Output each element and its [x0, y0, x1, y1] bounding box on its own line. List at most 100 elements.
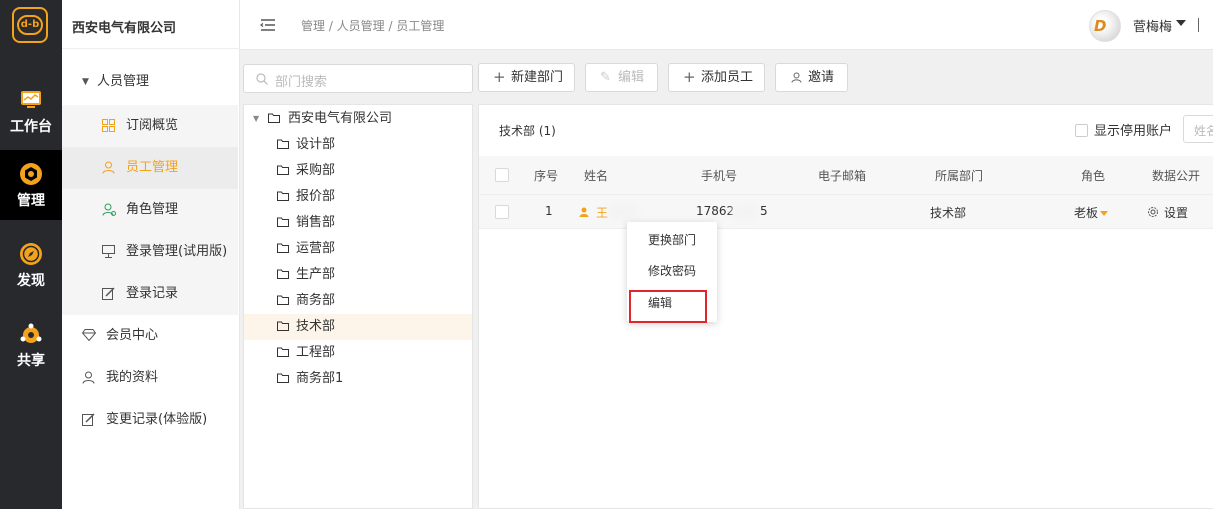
tree-node-label: 商务部: [296, 293, 336, 308]
hexagon-icon: [20, 163, 42, 185]
sidebar-item-label: 订阅概览: [126, 118, 179, 133]
compass-icon: [20, 243, 42, 265]
rail-label-share: 共享: [17, 353, 45, 369]
name-filter-input[interactable]: 姓名: [1183, 115, 1213, 143]
tree-node[interactable]: 采购部: [244, 158, 472, 184]
folder-icon: [268, 113, 280, 123]
sidebar-item-label: 角色管理: [126, 202, 179, 217]
folder-icon: [277, 217, 289, 227]
sidebar-item-subscription[interactable]: 订阅概览: [62, 105, 238, 147]
tree-node[interactable]: 设计部: [244, 132, 472, 158]
folder-icon: [277, 139, 289, 149]
folder-icon: [277, 243, 289, 253]
sidebar-item-login-log[interactable]: 登录记录: [62, 273, 238, 315]
dept-search-input[interactable]: 部门搜索: [243, 64, 473, 93]
tree-node[interactable]: 技术部: [244, 314, 472, 340]
invite-label: 邀请: [808, 70, 835, 85]
tree-node[interactable]: 运营部: [244, 236, 472, 262]
col-role: 角色: [1081, 169, 1106, 183]
tree-node-label: 生产部: [296, 267, 336, 282]
user-icon: [102, 161, 115, 174]
select-all-checkbox[interactable]: [495, 168, 509, 182]
edit-icon: [102, 287, 115, 300]
add-staff-label: 添加员工: [701, 70, 754, 85]
sidebar-item-label: 员工管理: [126, 160, 179, 175]
add-staff-button[interactable]: + 添加员工: [668, 63, 765, 92]
new-dept-button[interactable]: + 新建部门: [478, 63, 575, 92]
tree-node[interactable]: 工程部: [244, 340, 472, 366]
tree-node[interactable]: 商务部1: [244, 366, 472, 392]
caret-down-icon[interactable]: [1100, 211, 1108, 216]
sidebar-item-changelog[interactable]: 变更记录(体验版): [62, 399, 238, 441]
search-placeholder: 部门搜索: [275, 75, 328, 90]
diamond-icon: [82, 329, 96, 341]
monitor-icon: [21, 91, 41, 108]
person-icon: [82, 371, 95, 384]
tree-node[interactable]: 商务部: [244, 288, 472, 314]
redacted-name: [609, 205, 637, 219]
row-data-public-setting[interactable]: 设置: [1164, 204, 1188, 221]
folder-icon: [277, 269, 289, 279]
row-role[interactable]: 老板: [1074, 204, 1098, 221]
user-icon: [791, 72, 802, 83]
sidebar-item-login-mgmt[interactable]: 登录管理(试用版): [62, 231, 238, 273]
pencil-icon: ✎: [600, 70, 611, 85]
tree-node-label: 采购部: [296, 163, 336, 178]
sidebar-item-staff-management[interactable]: ▼ 人员管理: [62, 61, 238, 103]
avatar[interactable]: D: [1089, 10, 1121, 42]
sidebar-item-label: 我的资料: [106, 370, 159, 385]
rail-label-discover: 发现: [17, 273, 45, 289]
top-header: 管理 / 人员管理 / 员工管理 D 菅梅梅: [240, 0, 1213, 50]
dept-tree: ▼ 西安电气有限公司 设计部采购部报价部 销售部 运营部生产部商务部技术部工程部 商务…: [243, 104, 473, 509]
monitor-icon: [102, 245, 115, 258]
menu-toggle-icon[interactable]: [260, 17, 276, 33]
rail-label-manage: 管理: [17, 193, 45, 209]
sidebar-item-profile[interactable]: 我的资料: [62, 357, 238, 399]
row-name[interactable]: 王: [596, 204, 608, 221]
app-logo[interactable]: d-b: [12, 7, 48, 43]
tree-node[interactable]: 报价部: [244, 184, 472, 210]
table-row[interactable]: 1 王 17862 5 技术部 老板 设置: [479, 195, 1213, 229]
tree-node-root[interactable]: ▼ 西安电气有限公司: [244, 106, 472, 132]
sidebar-item-employee[interactable]: 员工管理: [62, 147, 238, 189]
sidebar: 西安电气有限公司 ▼ 人员管理 订阅概览 员工管理 角色管理 登录管理(试用版)…: [62, 0, 240, 509]
menu-item-change-dept[interactable]: 更换部门: [627, 225, 717, 255]
menu-item-change-password[interactable]: 修改密码: [627, 256, 717, 286]
sidebar-item-role[interactable]: 角色管理: [62, 189, 238, 231]
tree-node-label: 技术部: [296, 319, 336, 334]
caret-down-icon[interactable]: [1176, 20, 1186, 26]
user-icon: [579, 207, 589, 217]
rail-item-manage[interactable]: 管理: [0, 150, 62, 220]
dept-title: 技术部 (1): [499, 124, 556, 138]
tree-node[interactable]: 销售部: [244, 210, 472, 236]
folder-icon: [277, 321, 289, 331]
app-rail: d-b 工作台 管理 发现 共享: [0, 0, 62, 509]
plus-icon: +: [493, 68, 506, 86]
folder-icon: [277, 347, 289, 357]
row-checkbox[interactable]: [495, 205, 509, 219]
col-phone: 手机号: [701, 169, 738, 183]
breadcrumb: 管理 / 人员管理 / 员工管理: [301, 19, 445, 33]
grid-icon: [102, 119, 115, 132]
row-phone-suffix: 5: [760, 204, 768, 218]
row-index: 1: [545, 204, 553, 218]
col-data-public: 数据公开: [1152, 169, 1201, 183]
menu-item-label: 修改密码: [648, 264, 697, 278]
rail-item-discover[interactable]: 发现: [0, 230, 62, 300]
sidebar-item-label: 人员管理: [97, 74, 150, 89]
highlight-box: [629, 290, 707, 323]
username[interactable]: 菅梅梅: [1133, 16, 1172, 35]
col-name: 姓名: [584, 169, 609, 183]
sidebar-item-label: 变更记录(体验版): [106, 412, 208, 427]
edit-dept-button[interactable]: ✎ 编辑: [585, 63, 658, 92]
rail-item-workbench[interactable]: 工作台: [0, 76, 62, 146]
show-disabled-checkbox[interactable]: 显示停用账户: [1075, 120, 1172, 139]
invite-button[interactable]: 邀请: [775, 63, 848, 92]
checkbox[interactable]: [1075, 124, 1088, 137]
tree-node[interactable]: 生产部: [244, 262, 472, 288]
sidebar-item-member[interactable]: 会员中心: [62, 315, 238, 357]
rail-item-share[interactable]: 共享: [0, 310, 62, 380]
role-icon: [102, 203, 116, 216]
rail-label-workbench: 工作台: [10, 119, 52, 135]
row-department: 技术部: [930, 206, 967, 220]
